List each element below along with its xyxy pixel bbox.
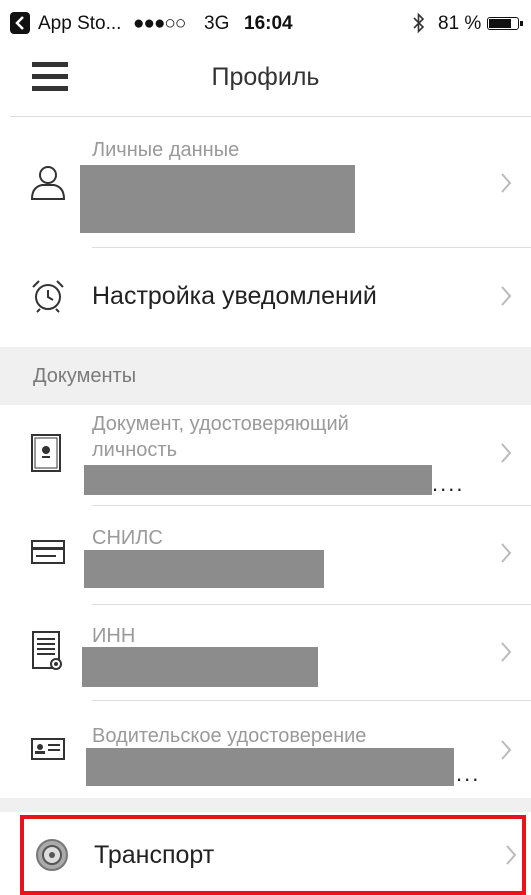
driver-license-icon	[30, 737, 66, 766]
notification-settings-label: Настройка уведомлений	[92, 282, 377, 310]
driver-license-row[interactable]: Водительское удостоверение ...	[0, 701, 531, 798]
identity-document-label: Документ, удостоверяющий	[92, 413, 349, 435]
driver-license-label: Водительское удостоверение	[92, 725, 367, 747]
user-icon	[28, 163, 68, 208]
chevron-right-icon	[501, 173, 512, 193]
snils-label: СНИЛС	[92, 527, 163, 549]
transport-label: Транспорт	[94, 841, 215, 869]
battery-icon	[487, 17, 523, 30]
alarm-clock-icon	[30, 278, 66, 319]
inn-certificate-icon	[31, 630, 63, 677]
passport-icon	[30, 433, 62, 478]
identity-document-label-line2: личность	[92, 439, 178, 461]
redacted-license-number	[86, 748, 454, 786]
back-to-app-icon[interactable]	[10, 12, 30, 34]
chevron-right-icon	[501, 642, 512, 662]
transport-row[interactable]: Транспорт	[20, 815, 526, 895]
redacted-inn-number	[82, 647, 318, 687]
chevron-right-icon	[501, 740, 512, 760]
navigation-bar: Профиль	[0, 48, 531, 116]
snils-row[interactable]: СНИЛС	[0, 506, 531, 604]
documents-section-header: Документы	[0, 347, 531, 405]
inn-label: ИНН	[92, 625, 136, 647]
status-bar: App Sto... ●●●○○ 3G 16:04 81 %	[0, 0, 531, 48]
redacted-snils-number	[84, 550, 324, 588]
section-title: Документы	[33, 365, 137, 387]
battery-percent: 81 %	[438, 13, 482, 34]
signal-strength-icon: ●●●○○	[133, 13, 186, 34]
snils-card-icon	[30, 539, 66, 570]
ellipsis: ....	[432, 471, 465, 496]
identity-document-row[interactable]: Документ, удостоверяющий личность ....	[0, 405, 531, 505]
personal-data-label: Личные данные	[92, 139, 240, 161]
bluetooth-icon	[412, 12, 426, 40]
chevron-right-icon	[506, 845, 517, 865]
redacted-document-data	[84, 465, 432, 495]
page-title: Профиль	[211, 63, 320, 91]
back-app-label[interactable]: App Sto...	[38, 13, 121, 35]
chevron-right-icon	[501, 286, 512, 306]
inn-row[interactable]: ИНН	[0, 605, 531, 700]
clock: 16:04	[244, 13, 293, 34]
chevron-right-icon	[501, 543, 512, 563]
notification-settings-row[interactable]: Настройка уведомлений	[0, 248, 531, 346]
section-separator	[0, 798, 531, 812]
redacted-personal-data	[80, 165, 355, 233]
chevron-right-icon	[501, 443, 512, 463]
personal-data-row[interactable]: Личные данные	[0, 117, 531, 247]
ellipsis: ...	[456, 761, 481, 786]
network-type: 3G	[204, 13, 230, 34]
steering-wheel-icon	[34, 837, 70, 878]
